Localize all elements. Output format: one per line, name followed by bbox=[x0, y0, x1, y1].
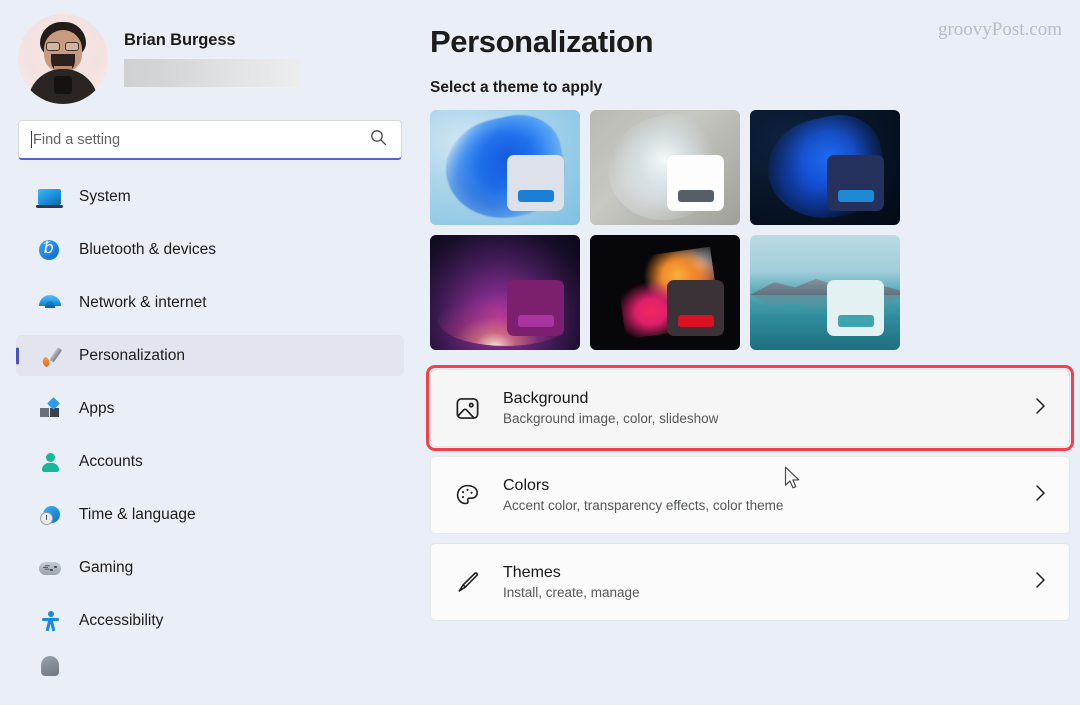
chevron-right-icon[interactable] bbox=[1034, 570, 1047, 595]
sidebar-item-personalization[interactable]: Personalization bbox=[16, 335, 404, 376]
privacy-shield-icon bbox=[38, 656, 62, 680]
row-subtitle: Accent color, transparency effects, colo… bbox=[503, 498, 784, 513]
search-icon[interactable] bbox=[370, 129, 387, 151]
sidebar-item-label: Accounts bbox=[79, 452, 143, 470]
sidebar-item-network-internet[interactable]: Network & internet bbox=[16, 282, 404, 323]
theme-accent-card bbox=[827, 155, 884, 211]
search-input[interactable]: Find a setting bbox=[18, 120, 402, 160]
theme-accent-card bbox=[827, 280, 884, 336]
sidebar-item-accounts[interactable]: Accounts bbox=[16, 441, 404, 482]
bluetooth-icon bbox=[38, 238, 62, 262]
chevron-right-icon[interactable] bbox=[1034, 483, 1047, 508]
row-title: Colors bbox=[503, 477, 550, 494]
theme-thumbnail[interactable] bbox=[750, 235, 900, 350]
theme-accent-pill bbox=[517, 190, 554, 202]
settings-row-themes[interactable]: Themes Install, create, manage bbox=[430, 543, 1070, 621]
theme-thumbnail[interactable] bbox=[430, 235, 580, 350]
theme-accent-card bbox=[507, 280, 564, 336]
theme-accent-card bbox=[667, 280, 724, 336]
theme-accent-card bbox=[667, 155, 724, 211]
system-monitor-icon bbox=[36, 185, 63, 209]
row-subtitle: Background image, color, slideshow bbox=[503, 411, 719, 426]
paintbrush-outline-icon bbox=[451, 566, 483, 598]
wifi-icon bbox=[38, 291, 62, 315]
settings-row-background[interactable]: Background Background image, color, slid… bbox=[426, 365, 1074, 451]
theme-accent-card bbox=[507, 155, 564, 211]
sidebar: Brian Burgess Find a setting System ␢ Bl… bbox=[0, 0, 420, 705]
search-container: Find a setting bbox=[0, 100, 420, 160]
picture-icon bbox=[451, 392, 483, 424]
theme-accent-pill bbox=[677, 315, 714, 327]
sidebar-item-bluetooth-devices[interactable]: Bluetooth & devices bbox=[16, 229, 404, 270]
sidebar-item-label: Accessibility bbox=[79, 611, 164, 629]
theme-accent-pill bbox=[517, 315, 554, 327]
sidebar-item-apps[interactable]: Apps bbox=[16, 388, 404, 429]
theme-accent-pill bbox=[837, 315, 874, 327]
theme-thumbnail[interactable] bbox=[430, 110, 580, 225]
theme-section-label: Select a theme to apply bbox=[430, 79, 603, 96]
clock-globe-icon bbox=[38, 503, 62, 527]
theme-thumbnail[interactable] bbox=[750, 110, 900, 225]
sidebar-item-label: Network & internet bbox=[79, 293, 207, 311]
profile-email-redacted bbox=[124, 59, 300, 87]
palette-icon bbox=[451, 479, 483, 511]
gamepad-icon bbox=[38, 556, 62, 580]
sidebar-item-system[interactable]: System bbox=[16, 176, 404, 217]
sidebar-item-label: Apps bbox=[79, 399, 115, 417]
sidebar-item-privacy-security[interactable] bbox=[16, 653, 404, 683]
sidebar-item-label: Time & language bbox=[79, 505, 196, 523]
text-caret bbox=[31, 131, 32, 148]
theme-thumbnail[interactable] bbox=[590, 110, 740, 225]
person-icon bbox=[38, 450, 62, 474]
accessibility-person-icon bbox=[38, 609, 62, 633]
profile-section[interactable]: Brian Burgess bbox=[0, 0, 420, 104]
chevron-right-icon[interactable] bbox=[1034, 396, 1047, 421]
row-title: Background bbox=[503, 390, 589, 407]
search-placeholder: Find a setting bbox=[33, 131, 121, 148]
sidebar-item-time-language[interactable]: Time & language bbox=[16, 494, 404, 535]
theme-grid bbox=[430, 110, 1070, 350]
paintbrush-icon bbox=[38, 344, 63, 368]
sidebar-item-label: System bbox=[79, 187, 131, 205]
sidebar-item-label: Bluetooth & devices bbox=[79, 240, 217, 258]
settings-rows: Background Background image, color, slid… bbox=[426, 365, 1074, 621]
row-subtitle: Install, create, manage bbox=[503, 585, 640, 600]
apps-grid-icon bbox=[38, 396, 62, 421]
sidebar-item-accessibility[interactable]: Accessibility bbox=[16, 600, 404, 641]
theme-accent-pill bbox=[677, 190, 714, 202]
settings-window: Brian Burgess Find a setting System ␢ Bl… bbox=[0, 0, 1080, 705]
settings-row-colors[interactable]: Colors Accent color, transparency effect… bbox=[430, 456, 1070, 534]
sidebar-item-label: Personalization bbox=[79, 346, 185, 364]
watermark: groovyPost.com bbox=[937, 19, 1062, 40]
sidebar-item-gaming[interactable]: Gaming bbox=[16, 547, 404, 588]
row-title: Themes bbox=[503, 564, 561, 581]
sidebar-nav: System Bluetooth & devices Network & int… bbox=[0, 176, 420, 683]
profile-name: Brian Burgess bbox=[124, 31, 236, 49]
theme-thumbnail[interactable] bbox=[590, 235, 740, 350]
main-content: groovyPost.com Personalization Select a … bbox=[420, 0, 1080, 705]
avatar[interactable] bbox=[18, 14, 108, 104]
sidebar-item-label: Gaming bbox=[79, 558, 134, 576]
theme-accent-pill bbox=[837, 190, 874, 202]
